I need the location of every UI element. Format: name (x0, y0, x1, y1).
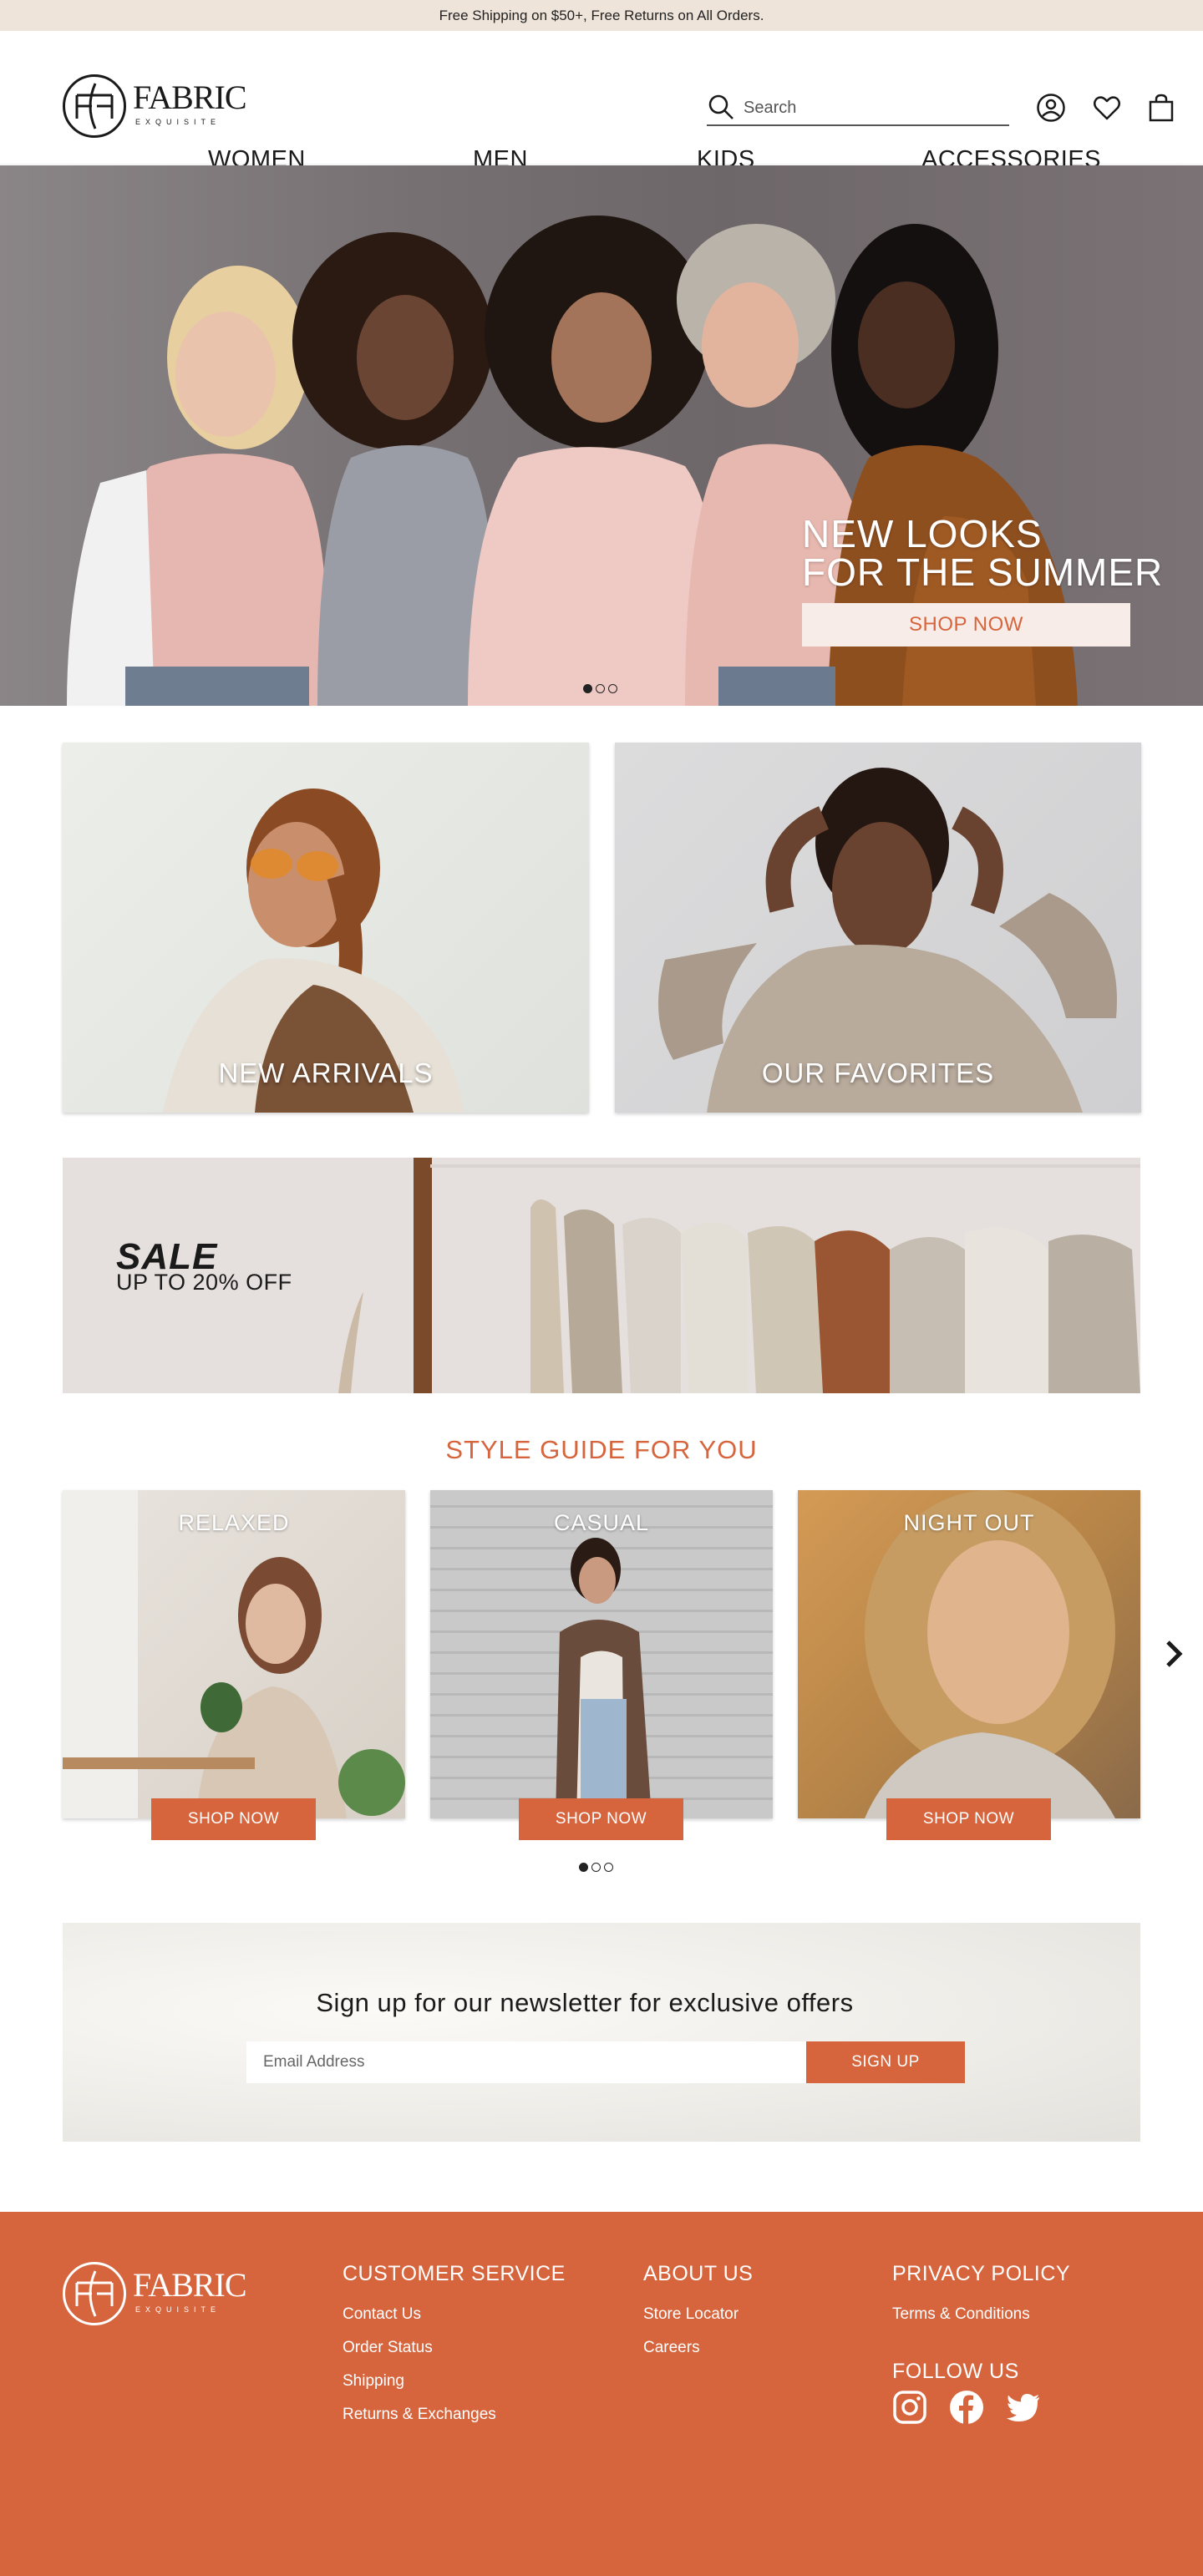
site-header: FABRIC EXQUISITE WOMEN MEN KIDS ACCESSOR… (0, 31, 1203, 173)
footer-heading: ABOUT US (643, 2262, 754, 2285)
footer-customer-service: CUSTOMER SERVICE Contact Us Order Status… (343, 2262, 566, 2431)
relaxed-image (63, 1490, 405, 1818)
footer-link-store-locator[interactable]: Store Locator (643, 2298, 753, 2331)
footer-link-returns[interactable]: Returns & Exchanges (343, 2398, 566, 2431)
style-label-relaxed: RELAXED (178, 1510, 290, 1535)
style-shop-now-button-casual[interactable]: SHOP NOW (519, 1798, 683, 1840)
footer-logo[interactable]: FABRIC EXQUISITE (63, 2262, 247, 2327)
carousel-dot[interactable] (596, 684, 605, 693)
style-shop-now-button-relaxed[interactable]: SHOP NOW (151, 1798, 316, 1840)
style-guide-title: STYLE GUIDE FOR YOU (445, 1435, 758, 1464)
night-out-image (865, 1490, 1115, 1818)
footer-heading-privacy[interactable]: PRIVACY POLICY (892, 2262, 1070, 2286)
style-card-night-out[interactable]: NIGHT OUT (798, 1490, 1140, 1818)
brand-tagline: EXQUISITE (135, 118, 221, 126)
hero-title-line1: NEW LOOKS (802, 512, 1043, 555)
promo-bar: Free Shipping on $50+, Free Returns on A… (0, 0, 1203, 31)
promo-text: Free Shipping on $50+, Free Returns on A… (439, 7, 764, 23)
carousel-dot[interactable] (604, 1863, 613, 1872)
casual-image (556, 1538, 652, 1818)
search-bar (707, 91, 1009, 126)
footer-heading-follow-us: FOLLOW US (892, 2360, 1019, 2383)
facebook-icon[interactable] (949, 2390, 984, 2425)
logo-mark-icon (63, 2262, 126, 2325)
heart-icon[interactable] (1092, 93, 1122, 123)
category-card-new-arrivals[interactable]: NEW ARRIVALS (63, 743, 589, 1113)
style-guide-carousel-dots (579, 1863, 613, 1872)
twitter-icon[interactable] (1006, 2390, 1041, 2425)
newsletter-section: Sign up for our newsletter for exclusive… (63, 1923, 1140, 2142)
style-label-night-out: NIGHT OUT (903, 1510, 1035, 1535)
sale-banner[interactable]: SALE UP TO 20% OFF (63, 1158, 1140, 1393)
sign-up-button[interactable]: SIGN UP (806, 2041, 965, 2083)
shopping-bag-icon[interactable] (1146, 93, 1176, 123)
account-icon[interactable] (1036, 93, 1066, 123)
style-shop-now-button-night-out[interactable]: SHOP NOW (886, 1798, 1051, 1840)
email-field[interactable] (246, 2041, 806, 2083)
hero-carousel-dots (583, 684, 617, 693)
chevron-right-icon[interactable] (1161, 1637, 1186, 1671)
style-label-casual: CASUAL (553, 1510, 650, 1535)
footer-brand-tagline: EXQUISITE (135, 2305, 221, 2314)
category-card-our-favorites[interactable]: OUR FAVORITES (615, 743, 1141, 1113)
footer-heading: CUSTOMER SERVICE (343, 2262, 566, 2285)
footer-link-terms[interactable]: Terms & Conditions (892, 2298, 1070, 2331)
footer-link-careers[interactable]: Careers (643, 2331, 753, 2365)
category-label-our-favorites: OUR FAVORITES (761, 1057, 995, 1088)
hero-shop-now-button[interactable]: SHOP NOW (802, 603, 1130, 647)
brand-logo[interactable]: FABRIC EXQUISITE (63, 74, 247, 139)
style-card-casual[interactable]: CASUAL (430, 1490, 773, 1818)
carousel-dot[interactable] (579, 1863, 588, 1872)
footer-link-contact-us[interactable]: Contact Us (343, 2298, 566, 2331)
logo-mark-icon (63, 74, 126, 138)
social-links (892, 2390, 1041, 2425)
search-input[interactable] (744, 94, 1002, 121)
carousel-dot[interactable] (608, 684, 617, 693)
hero-banner: NEW LOOKS FOR THE SUMMER SHOP NOW (0, 165, 1203, 706)
search-icon[interactable] (707, 93, 735, 121)
hero-title-line2: FOR THE SUMMER (802, 550, 1164, 594)
footer-brand-name: FABRIC (133, 2266, 247, 2304)
brand-name: FABRIC (133, 79, 247, 116)
hero-title: NEW LOOKS FOR THE SUMMER (802, 515, 1163, 591)
newsletter-title: Sign up for our newsletter for exclusive… (316, 1988, 854, 2017)
carousel-dot[interactable] (583, 684, 592, 693)
carousel-dot[interactable] (591, 1863, 601, 1872)
category-label-new-arrivals: NEW ARRIVALS (218, 1057, 434, 1088)
footer-about-us: ABOUT US Store Locator Careers (643, 2262, 753, 2365)
sale-subtitle: UP TO 20% OFF (116, 1270, 292, 1295)
style-card-relaxed[interactable]: RELAXED (63, 1490, 405, 1818)
footer-link-order-status[interactable]: Order Status (343, 2331, 566, 2365)
footer-link-shipping[interactable]: Shipping (343, 2365, 566, 2398)
footer-privacy: PRIVACY POLICY Terms & Conditions FOLLOW… (892, 2262, 1070, 2396)
instagram-icon[interactable] (892, 2390, 927, 2425)
